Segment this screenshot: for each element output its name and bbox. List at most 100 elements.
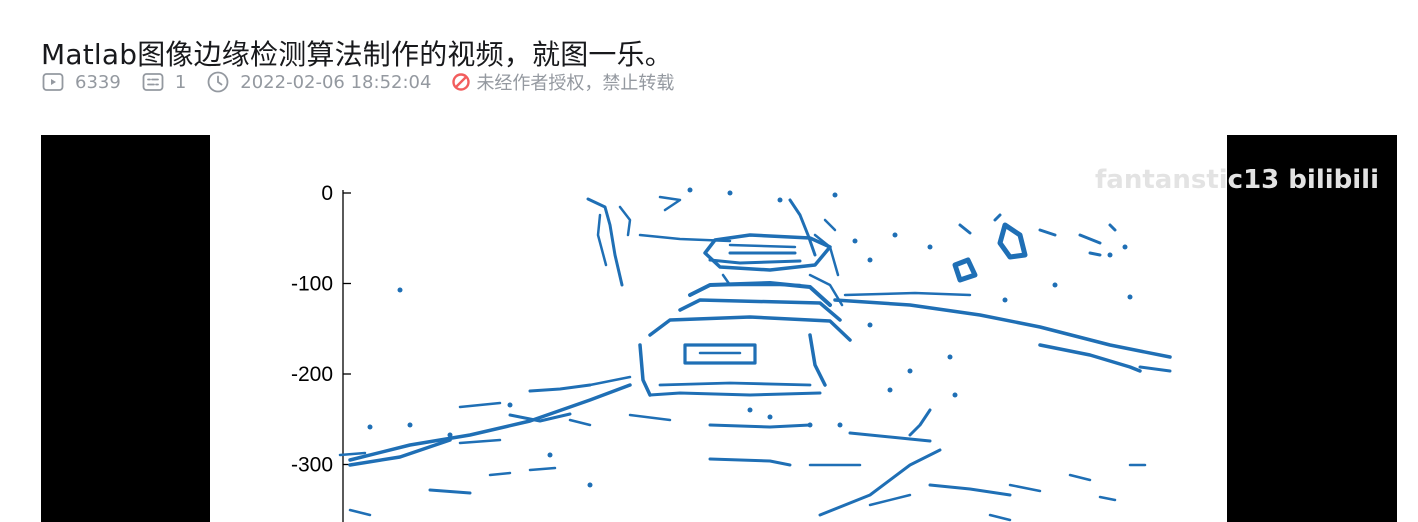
edge-dot (832, 192, 838, 198)
play-count: 6339 (41, 70, 121, 94)
edge-stroke (833, 298, 1172, 359)
video-title: Matlab图像边缘检测算法制作的视频，就图一乐。 (41, 37, 674, 71)
edge-dot (867, 322, 873, 328)
edge-dot (747, 407, 753, 413)
edge-stroke (823, 218, 837, 232)
edge-stroke (618, 205, 632, 237)
edge-stroke (952, 257, 978, 283)
edge-dot (947, 354, 953, 360)
edge-dot (837, 422, 843, 428)
y-tick-label: -100 (291, 273, 333, 296)
edge-stroke (458, 401, 502, 409)
edge-stroke (586, 197, 624, 287)
edge-stroke (808, 333, 827, 387)
edge-stroke (488, 471, 512, 477)
edge-dot (952, 392, 958, 398)
edge-dot (1107, 252, 1113, 258)
edge-stroke (1078, 233, 1102, 245)
edge-stroke (628, 413, 672, 422)
edge-dot (547, 452, 553, 458)
play-count-icon (41, 70, 65, 94)
edge-stroke (528, 466, 557, 472)
edge-dot (507, 402, 513, 408)
edge-dot (727, 190, 733, 196)
copyright-text: 未经作者授权，禁止转载 (476, 73, 675, 94)
clock-icon (206, 70, 230, 94)
edge-stroke (348, 383, 632, 462)
edge-stroke (338, 451, 367, 457)
y-tick-label: 0 (321, 182, 333, 205)
edge-dot (1052, 282, 1058, 288)
edge-stroke (843, 291, 972, 297)
edge-stroke (928, 483, 1012, 497)
edge-stroke (458, 438, 502, 445)
edge-stroke (958, 223, 972, 235)
copyright-notice: 未经作者授权，禁止转载 (451, 69, 674, 95)
edge-dot (687, 187, 693, 193)
edge-stroke (1038, 228, 1057, 237)
y-tick-label: -200 (291, 363, 333, 386)
edge-stroke (428, 488, 472, 495)
edge-dot (807, 422, 813, 428)
y-tick-label: -300 (291, 454, 333, 477)
forbidden-icon (451, 72, 471, 92)
edge-dot (587, 482, 593, 488)
danmaku-icon (141, 70, 165, 94)
edge-stroke (638, 343, 652, 397)
edge-dot (447, 432, 453, 438)
edge-stroke (988, 513, 1012, 522)
edge-dot (887, 387, 893, 393)
edge-dot (867, 257, 873, 263)
edge-strokes (338, 187, 1172, 522)
video-frame[interactable]: 0 -100 -200 -300 fantanstic13 bilibili (210, 135, 1379, 522)
edge-stroke (596, 213, 608, 267)
edge-dot (892, 232, 898, 238)
edge-stroke (993, 213, 1002, 222)
edge-stroke (708, 457, 792, 467)
video-watermark: fantanstic13 bilibili (1095, 165, 1380, 195)
edge-stroke (818, 448, 942, 517)
edge-dot (1127, 294, 1133, 300)
edge-stroke (708, 258, 802, 265)
edge-stroke (588, 375, 632, 387)
edge-stroke (528, 383, 592, 393)
edge-stroke (1098, 495, 1117, 502)
publish-time: 2022-02-06 18:52:04 (206, 70, 431, 94)
edge-stroke (658, 381, 812, 387)
danmaku-count: 1 (141, 70, 186, 94)
edge-dot (777, 197, 783, 203)
edge-stroke (708, 423, 812, 429)
danmaku-count-value: 1 (174, 71, 187, 93)
edge-dot (397, 287, 403, 293)
edge-dot (367, 424, 373, 430)
edge-stroke (728, 243, 797, 249)
play-count-value: 6339 (75, 71, 121, 93)
edge-dot (852, 238, 858, 244)
edge-stroke (648, 391, 822, 397)
edge-stroke (568, 418, 592, 427)
video-page: Matlab图像边缘检测算法制作的视频，就图一乐。 6339 1 2022-02… (0, 0, 1418, 522)
edge-stroke (1068, 473, 1092, 482)
publish-time-value: 2022-02-06 18:52:04 (240, 71, 432, 93)
edge-dot (1122, 244, 1128, 250)
edge-stroke (997, 222, 1028, 260)
edge-dot (767, 414, 773, 420)
edge-stroke (908, 408, 932, 437)
edge-stroke (848, 431, 932, 443)
video-player[interactable]: 0 -100 -200 -300 fantanstic13 bilibili (41, 135, 1397, 522)
edge-dot (1002, 297, 1008, 303)
edge-stroke (1108, 223, 1117, 232)
video-meta: 6339 1 2022-02-06 18:52:04 未经作者授权，禁止转载 (41, 68, 694, 96)
edge-stroke (658, 195, 682, 212)
edge-stroke (348, 508, 372, 517)
edge-stroke (1088, 251, 1102, 257)
edge-dot (907, 368, 913, 374)
edge-dot (927, 244, 933, 250)
edge-detection-plot: 0 -100 -200 -300 (291, 182, 1172, 522)
edge-stroke (1008, 483, 1042, 493)
edge-stroke (868, 493, 912, 507)
edge-stroke (1138, 365, 1172, 373)
edge-dot (407, 422, 413, 428)
edge-stroke (648, 315, 852, 342)
edge-stroke (638, 233, 732, 243)
